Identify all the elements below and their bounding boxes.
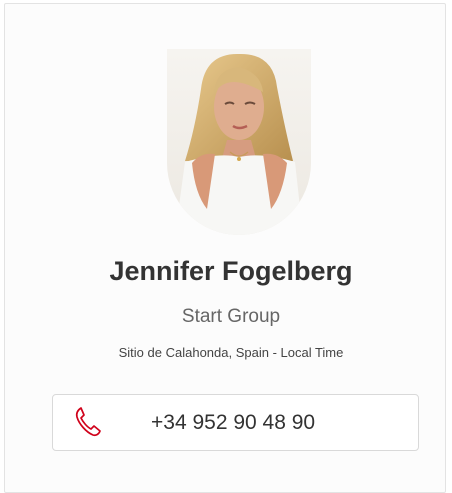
avatar	[167, 49, 311, 235]
phone-icon	[74, 406, 102, 438]
call-phone-button[interactable]: +34 952 90 48 90	[52, 394, 419, 451]
location-local-time: Sitio de Calahonda, Spain - Local Time	[118, 345, 344, 360]
contact-name: Jennifer Fogelberg	[109, 256, 353, 286]
company-name: Start Group	[181, 306, 281, 327]
avatar-image	[167, 49, 311, 235]
contact-card: Jennifer Fogelberg Start Group Sitio de …	[4, 3, 446, 493]
phone-number: +34 952 90 48 90	[151, 411, 316, 434]
